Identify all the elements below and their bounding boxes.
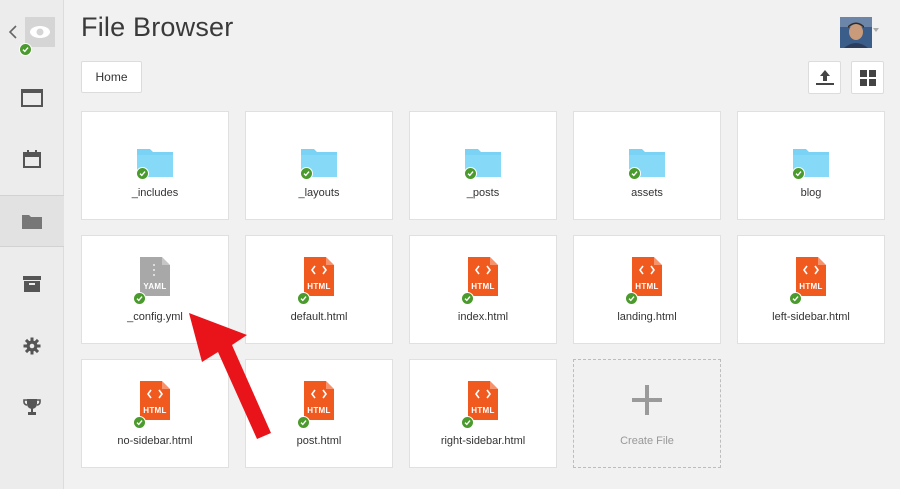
file-type-badge: YAML [143,282,167,291]
file-card[interactable]: _layouts [245,111,393,220]
file-card[interactable]: HTML landing.html [573,235,721,344]
grid-view-icon [859,69,876,86]
file-card[interactable]: HTML right-sidebar.html [409,359,557,468]
file-card[interactable]: _posts [409,111,557,220]
sidebar-item-window[interactable] [0,69,64,127]
sync-status-icon [300,167,313,180]
sync-status-icon [136,167,149,180]
sidebar-item-archive[interactable] [0,255,64,313]
sync-status-icon [461,416,474,429]
page-title: File Browser [81,12,234,42]
gear-icon [23,337,41,355]
sidebar [0,0,64,489]
upload-icon [815,69,834,85]
create-file-card[interactable]: Create File [573,359,721,468]
breadcrumb-home[interactable]: Home [81,61,142,93]
file-name: _includes [131,187,179,199]
sync-status-icon [19,43,32,56]
archive-icon [23,276,41,292]
annotation-arrow-icon [189,313,271,439]
file-name: index.html [457,311,509,323]
file-card[interactable]: HTML index.html [409,235,557,344]
file-type-badge: HTML [799,282,823,291]
sync-status-icon [464,167,477,180]
sidebar-item-achievements[interactable] [0,378,64,436]
file-card[interactable]: blog [737,111,885,220]
file-type-badge: HTML [471,406,495,415]
file-name: blog [800,187,822,199]
file-name: landing.html [617,311,677,323]
sync-status-icon [789,292,802,305]
back-chevron-icon[interactable] [6,20,20,44]
file-type-badge: HTML [635,282,659,291]
file-type-badge: HTML [307,282,331,291]
file-name: _layouts [298,187,340,199]
calendar-icon [23,150,41,168]
sync-status-icon [297,292,310,305]
sync-status-icon [792,167,805,180]
sync-status-icon [133,416,146,429]
file-type-badge: HTML [471,282,495,291]
file-name: assets [631,187,663,199]
sync-status-icon [133,292,146,305]
sync-status-icon [625,292,638,305]
grid-view-button[interactable] [851,61,884,94]
site-logo-icon[interactable] [25,17,55,47]
sidebar-item-files[interactable] [0,195,64,247]
file-name: left-sidebar.html [772,311,850,323]
folder-icon [22,214,42,229]
sync-status-icon [297,416,310,429]
sync-status-icon [628,167,641,180]
window-icon [21,89,43,107]
file-card[interactable]: assets [573,111,721,220]
sidebar-item-calendar[interactable] [0,130,64,188]
sync-status-icon [461,292,474,305]
create-file-label: Create File [620,435,674,447]
plus-icon [632,385,662,415]
file-card[interactable]: _includes [81,111,229,220]
file-card[interactable]: HTML left-sidebar.html [737,235,885,344]
trophy-icon [23,399,41,415]
avatar-dropdown-icon[interactable] [873,28,879,32]
avatar[interactable] [840,17,872,48]
file-name: right-sidebar.html [440,435,526,447]
upload-button[interactable] [808,61,841,94]
file-name: _posts [466,187,500,199]
sidebar-item-settings[interactable] [0,317,64,375]
